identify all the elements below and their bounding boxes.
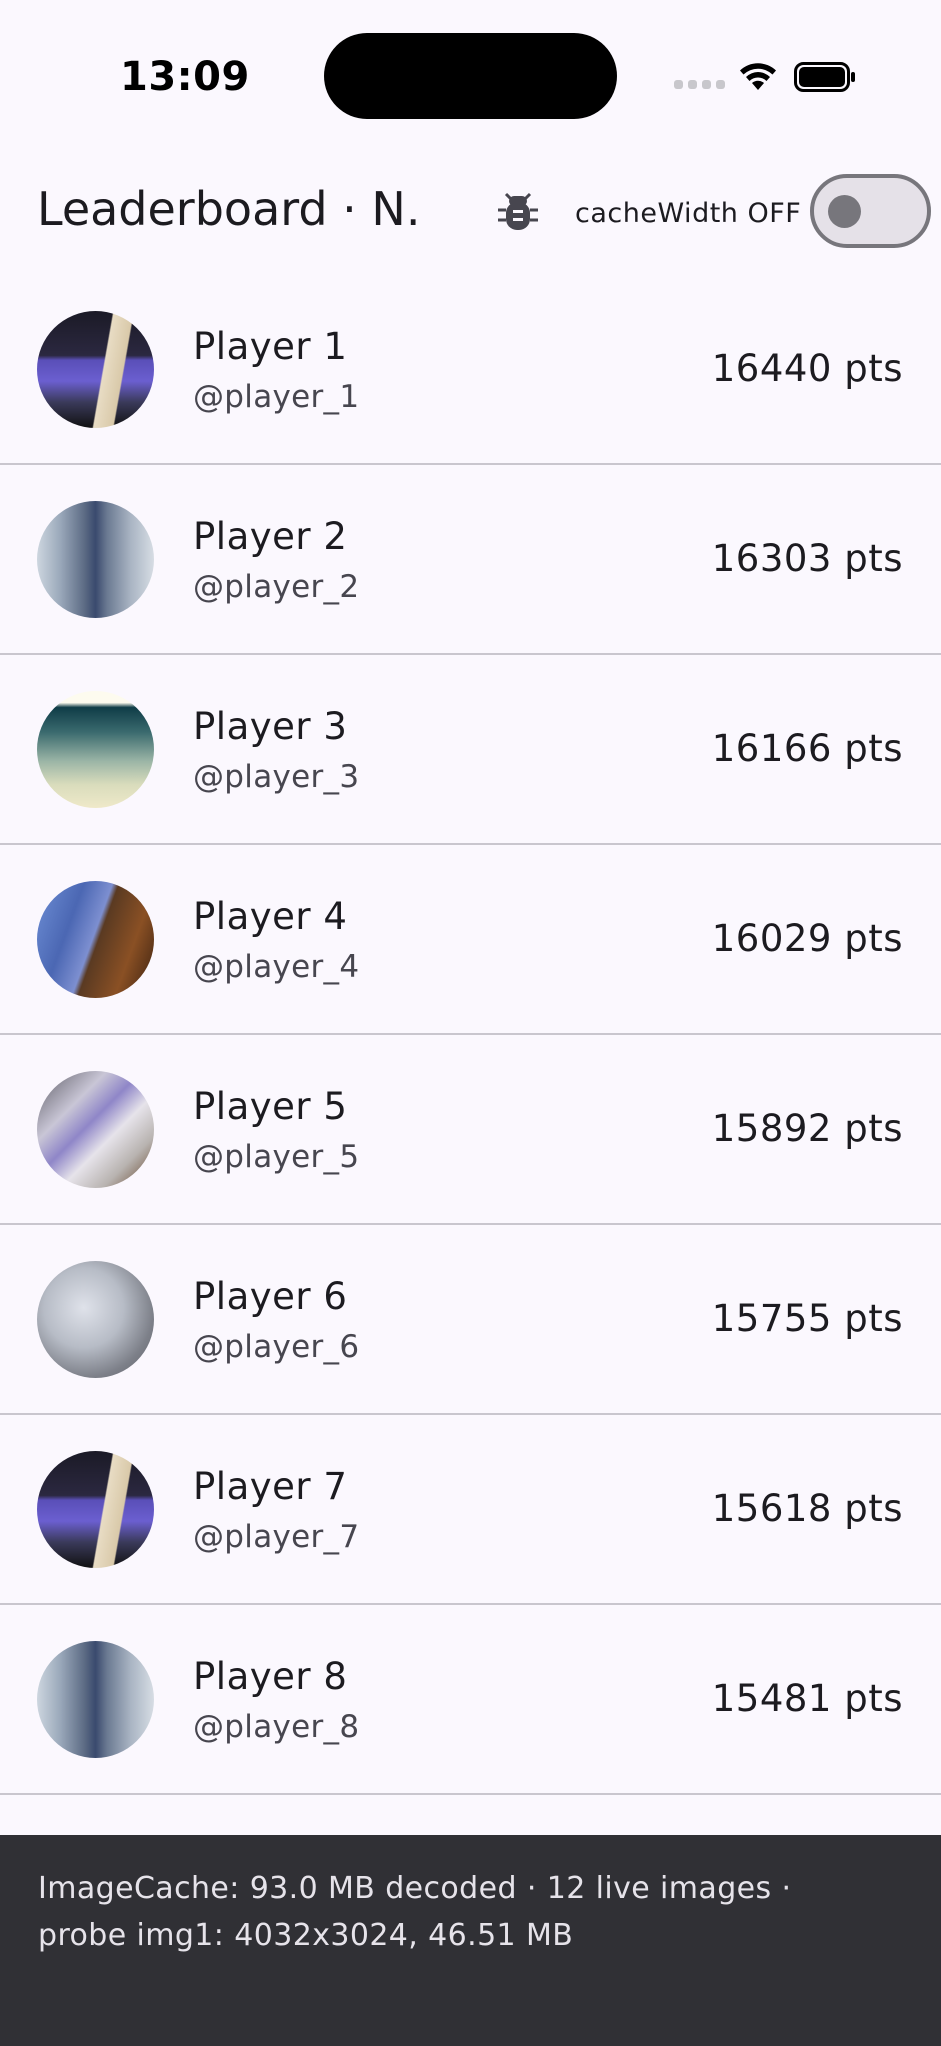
page-title: Leaderboard · N... <box>37 182 422 236</box>
list-item[interactable]: Player 5 @player_5 15892 pts <box>0 1035 941 1225</box>
player-name: Player 6 <box>193 1275 348 1318</box>
avatar <box>37 881 154 998</box>
player-points: 15755 pts <box>711 1297 903 1340</box>
player-points: 15618 pts <box>711 1487 903 1530</box>
player-handle: @player_1 <box>193 379 360 415</box>
player-name: Player 5 <box>193 1085 348 1128</box>
avatar <box>37 1261 154 1378</box>
player-handle: @player_6 <box>193 1329 360 1365</box>
probe-image-stats: probe img1: 4032x3024, 46.51 MB <box>38 1918 574 1953</box>
player-name: Player 1 <box>193 325 348 368</box>
list-item[interactable]: Player 1 @player_1 16440 pts <box>0 275 941 465</box>
player-points: 16166 pts <box>711 727 903 770</box>
leaderboard-list[interactable]: Player 1 @player_1 16440 pts Player 2 @p… <box>0 275 941 1795</box>
cellular-signal-icon <box>674 80 725 89</box>
player-name: Player 7 <box>193 1465 348 1508</box>
avatar <box>37 501 154 618</box>
player-handle: @player_7 <box>193 1519 360 1555</box>
list-item[interactable]: Player 2 @player_2 16303 pts <box>0 465 941 655</box>
image-cache-footer: ImageCache: 93.0 MB decoded · 12 live im… <box>0 1835 941 2046</box>
avatar <box>37 311 154 428</box>
player-points: 15892 pts <box>711 1107 903 1150</box>
dynamic-island <box>324 33 617 119</box>
bug-icon[interactable] <box>496 190 540 234</box>
player-name: Player 3 <box>193 705 348 748</box>
list-item[interactable]: Player 6 @player_6 15755 pts <box>0 1225 941 1415</box>
player-name: Player 4 <box>193 895 348 938</box>
battery-icon <box>794 62 855 92</box>
player-points: 15481 pts <box>711 1677 903 1720</box>
player-handle: @player_4 <box>193 949 360 985</box>
image-cache-stats: ImageCache: 93.0 MB decoded · 12 live im… <box>38 1871 792 1906</box>
player-points: 16029 pts <box>711 917 903 960</box>
wifi-icon <box>740 63 776 90</box>
toggle-knob <box>828 195 861 228</box>
avatar <box>37 691 154 808</box>
list-item[interactable]: Player 8 @player_8 15481 pts <box>0 1605 941 1795</box>
player-handle: @player_2 <box>193 569 360 605</box>
avatar <box>37 1451 154 1568</box>
cache-width-toggle[interactable] <box>810 174 931 248</box>
player-handle: @player_3 <box>193 759 360 795</box>
list-item[interactable]: Player 3 @player_3 16166 pts <box>0 655 941 845</box>
player-handle: @player_5 <box>193 1139 360 1175</box>
list-item[interactable]: Player 4 @player_4 16029 pts <box>0 845 941 1035</box>
player-handle: @player_8 <box>193 1709 360 1745</box>
status-bar: 13:09 <box>0 0 941 150</box>
list-item[interactable]: Player 7 @player_7 15618 pts <box>0 1415 941 1605</box>
cache-width-label: cacheWidth OFF <box>575 198 802 229</box>
avatar <box>37 1641 154 1758</box>
status-time: 13:09 <box>120 54 250 100</box>
player-points: 16303 pts <box>711 537 903 580</box>
avatar <box>37 1071 154 1188</box>
player-name: Player 8 <box>193 1655 348 1698</box>
player-name: Player 2 <box>193 515 348 558</box>
app-bar: Leaderboard · N... cacheWidth OFF <box>0 150 941 275</box>
player-points: 16440 pts <box>711 347 903 390</box>
leaderboard-screen: 13:09 Leaderboard · N... cacheWidth OFF … <box>0 0 941 2046</box>
